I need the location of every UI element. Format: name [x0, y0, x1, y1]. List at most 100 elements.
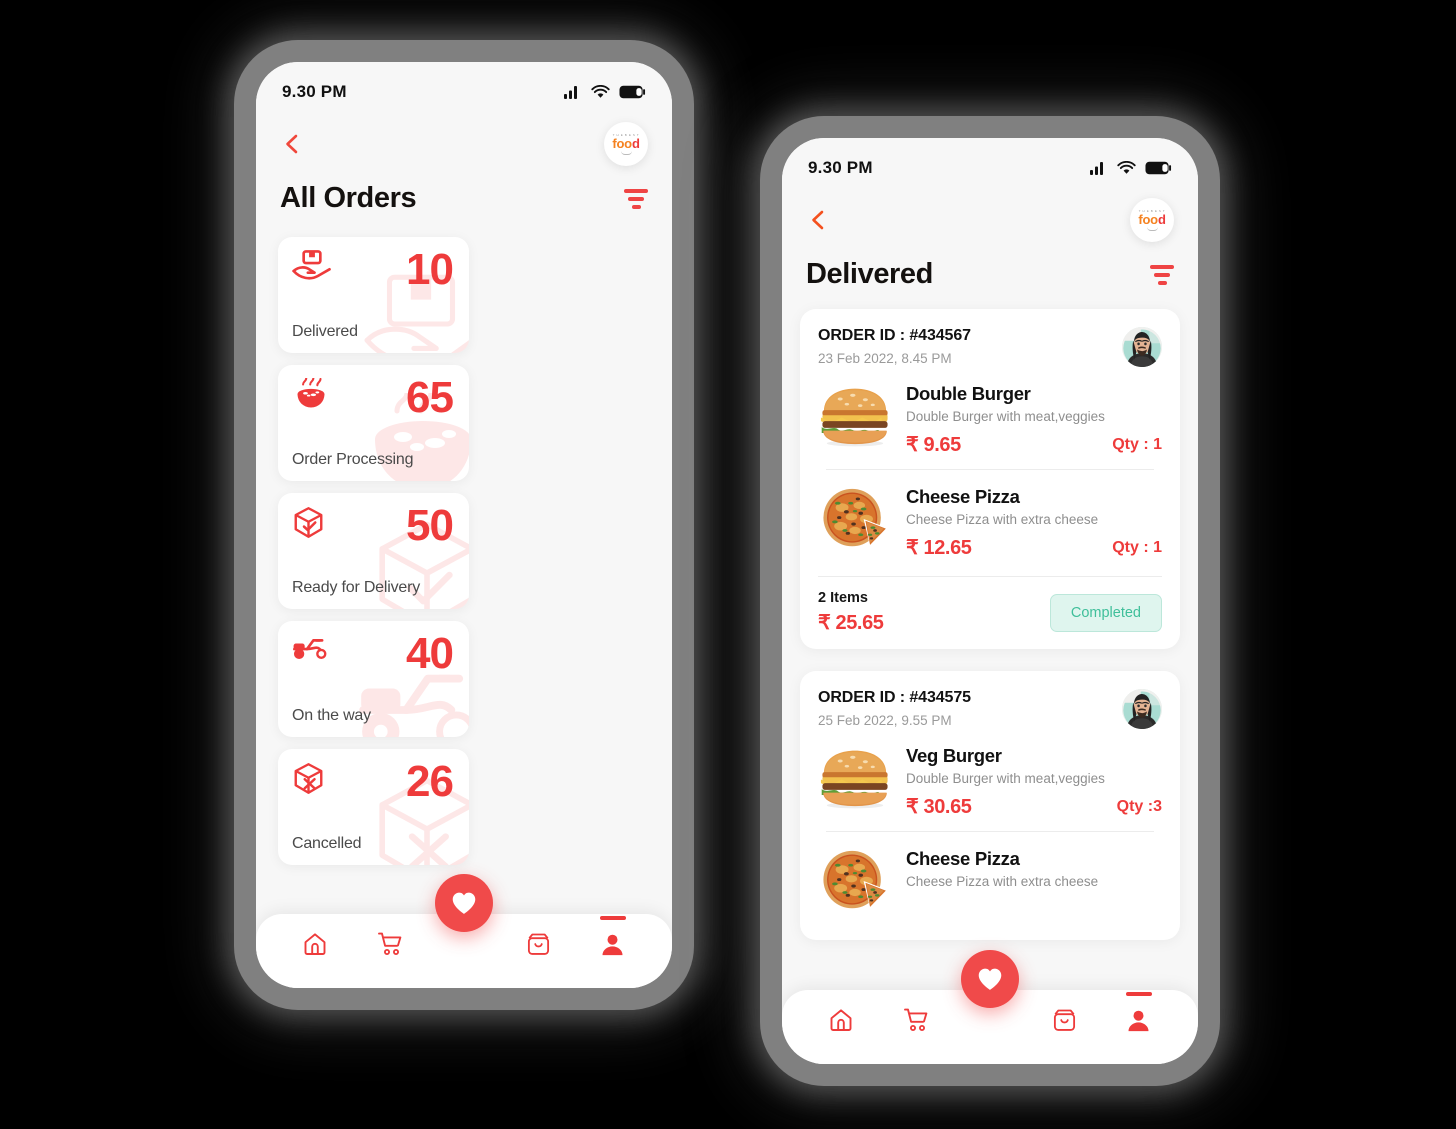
battery-icon — [1145, 161, 1172, 175]
back-button[interactable] — [280, 129, 306, 159]
order-date: 25 Feb 2022, 9.55 PM — [818, 713, 952, 728]
stat-card-on-the-way[interactable]: 40 On the way — [278, 621, 469, 737]
item-name: Veg Burger — [906, 745, 1002, 766]
tab-home[interactable] — [819, 998, 863, 1042]
signal-bars-icon — [1090, 161, 1108, 175]
status-bar: 9.30 PM — [256, 62, 672, 106]
active-tab-indicator — [599, 916, 626, 920]
food-logo-icon[interactable]: T H E B E S T food — [1130, 198, 1174, 242]
order-item-count: 2 Items — [818, 590, 868, 606]
logo-wordmark: food — [1138, 212, 1166, 227]
shopping-bag-icon — [526, 932, 551, 957]
stat-value: 40 — [406, 629, 454, 678]
burger-image — [818, 383, 892, 449]
stat-label: Cancelled — [292, 835, 362, 852]
pizza-image — [818, 848, 892, 914]
heart-icon — [977, 967, 1003, 991]
stat-label: Order Processing — [292, 451, 414, 468]
order-header: ORDER ID : #434567 23 Feb 2022, 8.45 PM — [818, 327, 1162, 367]
tab-cart[interactable] — [894, 998, 938, 1042]
wifi-icon — [1117, 161, 1136, 175]
favourites-fab[interactable] — [961, 950, 1019, 1008]
tab-profile[interactable] — [591, 916, 635, 966]
order-item[interactable]: Cheese Pizza Cheese Pizza with extra che… — [818, 470, 1162, 572]
food-logo-icon[interactable]: T H E B E S T food — [604, 122, 648, 166]
tab-cart[interactable] — [368, 922, 412, 966]
item-description: Cheese Pizza with extra cheese — [906, 874, 1099, 889]
user-avatar-icon — [1122, 327, 1162, 367]
status-time: 9.30 PM — [282, 82, 347, 101]
item-description: Double Burger with meat,veggies — [906, 771, 1105, 786]
item-price: ₹ 9.65 — [906, 434, 961, 456]
chevron-left-icon — [280, 131, 304, 157]
order-id: ORDER ID : #434567 — [818, 327, 971, 344]
status-badge[interactable]: Completed — [1049, 593, 1162, 632]
stat-card-delivered[interactable]: 10 Delivered — [278, 237, 469, 353]
battery-icon — [619, 85, 646, 99]
phone-left: 9.30 PM T H E B E S T food All Orders 10… — [256, 62, 672, 988]
logo-smile — [620, 151, 632, 155]
heart-icon — [451, 891, 477, 915]
tab-bag[interactable] — [516, 922, 560, 966]
order-id: ORDER ID : #434575 — [818, 689, 971, 706]
item-name: Cheese Pizza — [906, 486, 1020, 507]
tab-home[interactable] — [293, 922, 337, 966]
logo-smile — [1146, 227, 1158, 231]
status-time: 9.30 PM — [808, 158, 873, 177]
screen-all-orders: 9.30 PM T H E B E S T food All Orders 10… — [256, 62, 672, 988]
stat-card-ready-for-delivery[interactable]: 50 Ready for Delivery — [278, 493, 469, 609]
tab-profile[interactable] — [1117, 992, 1161, 1042]
order-card[interactable]: ORDER ID : #434567 23 Feb 2022, 8.45 PM … — [800, 309, 1180, 649]
stat-value: 50 — [406, 501, 454, 550]
title-row: All Orders — [256, 168, 672, 215]
item-qty: Qty : 1 — [1112, 538, 1162, 556]
avatar[interactable] — [1122, 327, 1162, 367]
home-icon — [828, 1007, 854, 1033]
order-item[interactable]: Veg Burger Double Burger with meat,veggi… — [818, 729, 1162, 831]
stat-value: 65 — [406, 373, 454, 422]
cart-icon — [377, 931, 403, 957]
person-icon — [1126, 1008, 1151, 1033]
order-header: ORDER ID : #434575 25 Feb 2022, 9.55 PM — [818, 689, 1162, 729]
stat-value: 10 — [406, 245, 454, 294]
status-bar: 9.30 PM — [782, 138, 1198, 182]
stat-label: Ready for Delivery — [292, 579, 421, 596]
stat-value: 26 — [406, 757, 454, 806]
shopping-bag-icon — [1052, 1008, 1077, 1033]
page-title: Delivered — [806, 258, 933, 290]
canvas: 9.30 PM T H E B E S T food All Orders 10… — [0, 0, 1456, 1129]
stat-card-cancelled[interactable]: 26 Cancelled — [278, 749, 469, 865]
order-card[interactable]: ORDER ID : #434575 25 Feb 2022, 9.55 PM … — [800, 671, 1180, 940]
active-tab-indicator — [1125, 992, 1152, 996]
user-avatar-icon — [1122, 689, 1162, 729]
order-item[interactable]: Cheese Pizza Cheese Pizza with extra che… — [818, 832, 1162, 926]
item-qty: Qty : 1 — [1112, 435, 1162, 453]
order-item[interactable]: Double Burger Double Burger with meat,ve… — [818, 367, 1162, 469]
box-cancel-icon — [292, 762, 325, 795]
item-price: ₹ 12.65 — [906, 537, 972, 559]
chevron-left-icon — [806, 207, 830, 233]
page-title: All Orders — [280, 182, 417, 214]
cooking-bowl-icon — [292, 378, 330, 410]
filter-icon[interactable] — [1150, 264, 1174, 285]
phone-right: 9.30 PM T H E B E S T food Delivered ORD… — [782, 138, 1198, 1064]
signal-bars-icon — [564, 85, 582, 99]
back-button[interactable] — [806, 205, 832, 235]
title-row: Delivered — [782, 244, 1198, 291]
stat-label: On the way — [292, 707, 371, 724]
screen-delivered: 9.30 PM T H E B E S T food Delivered ORD… — [782, 138, 1198, 1064]
order-footer: 2 Items ₹ 25.65 Completed — [818, 577, 1162, 635]
hand-package-icon — [292, 250, 332, 282]
filter-icon[interactable] — [624, 188, 648, 209]
logo-wordmark: food — [612, 136, 640, 151]
favourites-fab[interactable] — [435, 874, 493, 932]
pizza-image — [818, 486, 892, 552]
order-total: ₹ 25.65 — [818, 612, 884, 634]
box-check-icon — [292, 506, 325, 539]
item-description: Cheese Pizza with extra cheese — [906, 512, 1099, 527]
item-name: Double Burger — [906, 383, 1031, 404]
avatar[interactable] — [1122, 689, 1162, 729]
tab-bag[interactable] — [1042, 998, 1086, 1042]
item-qty: Qty :3 — [1116, 797, 1162, 815]
stat-card-order-processing[interactable]: 65 Order Processing — [278, 365, 469, 481]
